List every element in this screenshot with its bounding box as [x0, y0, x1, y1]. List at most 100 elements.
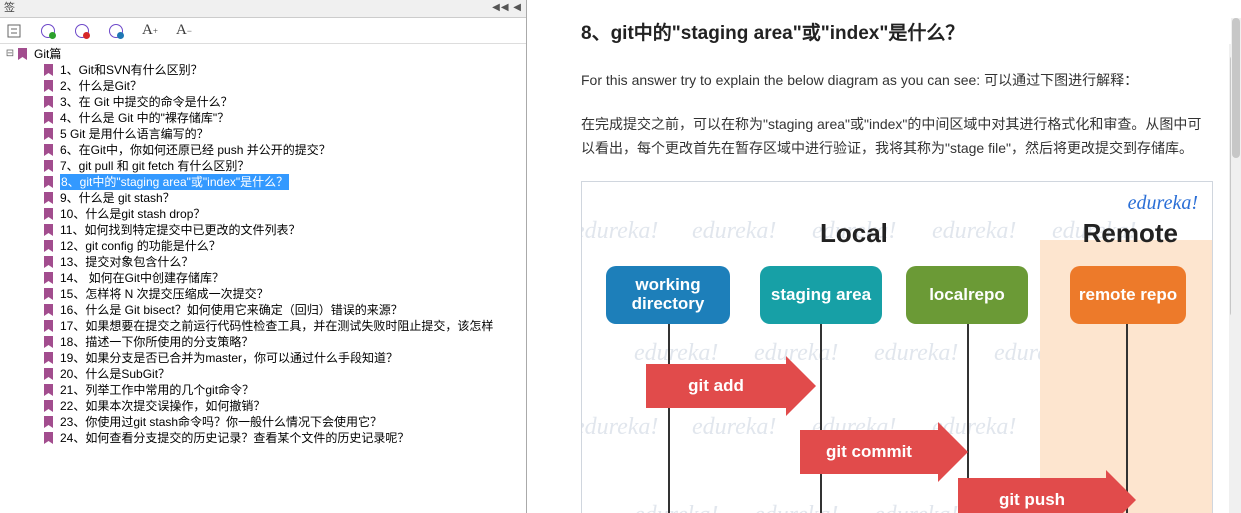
tree-item-label: 19、如果分支是否已合并为master，你可以通过什么手段知道？ [60, 350, 398, 366]
tree-collapse-icon[interactable]: ⊟ [2, 46, 16, 62]
bookmark-add-icon[interactable] [37, 20, 59, 42]
rr-label: remote repo [1079, 286, 1177, 305]
bookmark-icon [42, 63, 56, 77]
tree-item[interactable]: ·16、什么是 Git bisect？如何使用它来确定（回归）错误的来源？ [28, 302, 526, 318]
tab-collapse-arrows[interactable]: ◀◀ ◀ [492, 2, 522, 13]
tree-item[interactable]: · 11、如何找到特定提交中已更改的文件列表？ [28, 222, 526, 238]
watermark: edureka! [692, 414, 776, 441]
watermark: edureka! [634, 502, 718, 513]
tree-item-label: 3、在 Git 中提交的命令是什么？ [60, 94, 233, 110]
tree-item[interactable]: ·10、什么是git stash drop？ [28, 206, 526, 222]
bookmark-icon [42, 127, 56, 141]
tree-item[interactable]: · 3、在 Git 中提交的命令是什么？ [28, 94, 526, 110]
tree-item[interactable]: ·8、git中的"staging area"或"index"是什么？ [28, 174, 526, 190]
tree-item[interactable]: · 1、Git和SVN有什么区别？ [28, 62, 526, 78]
tree-leaf-icon: · [28, 206, 42, 222]
tree-leaf-icon: · [28, 174, 42, 190]
tree-leaf-icon: · [28, 94, 42, 110]
bookmark-icon [42, 191, 56, 205]
bookmark-icon [16, 47, 30, 61]
tree-item[interactable]: ·18、描述一下你所使用的分支策略？ [28, 334, 526, 350]
tree-leaf-icon: · [28, 334, 42, 350]
tree-item-label: 11、如何找到特定提交中已更改的文件列表？ [60, 222, 300, 238]
tree-item[interactable]: · 22、如果本次提交误操作，如何撤销？ [28, 398, 526, 414]
outline-toolbar: A+ A− [0, 18, 526, 44]
remote-repo-box: remote repo [1070, 266, 1186, 324]
bookmark-icon [42, 111, 56, 125]
bookmark-icon [42, 351, 56, 365]
tree-item[interactable]: ·17、如果想要在提交之前运行代码性检查工具，并在测试失败时阻止提交，该怎样 [28, 318, 526, 334]
watermark: edureka! [581, 218, 658, 245]
bookmark-icon [42, 335, 56, 349]
tree-leaf-icon: · [28, 286, 42, 302]
tree-root-node[interactable]: ⊟ Git篇 [2, 46, 526, 62]
tree-leaf-icon: · [28, 62, 42, 78]
tree-item[interactable]: ·13、提交对象包含什么？ [28, 254, 526, 270]
bookmark-icon [42, 303, 56, 317]
tree-item-label: 15、怎样将 N 次提交压缩成一次提交？ [60, 286, 269, 302]
font-increase-button[interactable]: A+ [139, 20, 161, 42]
tree-item[interactable]: ·9、什么是 git stash？ [28, 190, 526, 206]
tree-item[interactable]: · 7、git pull 和 git fetch 有什么区别？ [28, 158, 526, 174]
tree-item[interactable]: ·6、在Git中，你如何还原已经 push 并公开的提交？ [28, 142, 526, 158]
article-paragraph-2: 在完成提交之前，可以在称为"staging area"或"index"的中间区域… [581, 113, 1213, 161]
bookmark-icon [42, 223, 56, 237]
tree-leaf-icon: · [28, 222, 42, 238]
brand-logo: edureka! [1128, 192, 1198, 215]
tree-leaf-icon: · [28, 126, 42, 142]
tab-strip: 签 ◀◀ ◀ [0, 0, 526, 18]
expand-all-icon[interactable] [3, 20, 25, 42]
content-scrollbar[interactable] [1231, 18, 1241, 513]
content-scroll-thumb[interactable] [1232, 18, 1240, 158]
arrow-git-commit: git commit [800, 430, 968, 474]
tree-leaf-icon: · [28, 110, 42, 126]
tree-item[interactable]: · 5 Git 是用什么语言编写的？ [28, 126, 526, 142]
tree-item-label: 21、列举工作中常用的几个git命令？ [60, 382, 254, 398]
tree-item-label: 1、Git和SVN有什么区别？ [60, 62, 203, 78]
local-heading: Local [820, 218, 888, 249]
tree-leaf-icon: · [28, 366, 42, 382]
tree-item-label: 22、如果本次提交误操作，如何撤销？ [60, 398, 265, 414]
tree-item-label: 7、git pull 和 git fetch 有什么区别？ [60, 158, 249, 174]
tree-item-label: 5 Git 是用什么语言编写的？ [60, 126, 209, 142]
arrow-push-label: git push [999, 490, 1065, 510]
tree-item[interactable]: ·21、列举工作中常用的几个git命令？ [28, 382, 526, 398]
tree-item[interactable]: ·14、 如何在Git中创建存储库？ [28, 270, 526, 286]
watermark: edureka! [754, 502, 838, 513]
tree-leaf-icon: · [28, 238, 42, 254]
bookmark-icon [42, 367, 56, 381]
watermark: edureka! [874, 502, 958, 513]
bookmark-icon [42, 207, 56, 221]
tree-leaf-icon: · [28, 414, 42, 430]
tree-item[interactable]: ·2、什么是Git？ [28, 78, 526, 94]
tab-bookmarks[interactable]: 签 [0, 0, 21, 17]
tree-leaf-icon: · [28, 158, 42, 174]
lr-label: localrepo [929, 286, 1005, 305]
tree-item[interactable]: ·23、你使用过git stash命令吗？你一般什么情况下会使用它？ [28, 414, 526, 430]
bookmark-set-icon[interactable] [105, 20, 127, 42]
arrow-add-label: git add [688, 376, 744, 396]
tree-item-label: 24、如何查看分支提交的历史记录？查看某个文件的历史记录呢？ [60, 430, 409, 446]
tree-item[interactable]: ·24、如何查看分支提交的历史记录？查看某个文件的历史记录呢？ [28, 430, 526, 446]
bookmark-icon [42, 383, 56, 397]
watermark: edureka! [874, 340, 958, 367]
tree-item[interactable]: ·12、git config 的功能是什么？ [28, 238, 526, 254]
tree-item[interactable]: ·20、什么是SubGit？ [28, 366, 526, 382]
bookmark-icon [42, 159, 56, 173]
tree-leaf-icon: · [28, 398, 42, 414]
tree-item[interactable]: ·4、什么是 Git 中的"裸存储库"？ [28, 110, 526, 126]
tree-item[interactable]: ·19、如果分支是否已合并为master，你可以通过什么手段知道？ [28, 350, 526, 366]
working-directory-box: working directory [606, 266, 730, 324]
tree-leaf-icon: · [28, 270, 42, 286]
tree-item-label: 9、什么是 git stash？ [60, 190, 175, 206]
tree-item[interactable]: · 15、怎样将 N 次提交压缩成一次提交？ [28, 286, 526, 302]
sa-label: staging area [771, 286, 871, 305]
git-flow-diagram: edureka! edureka! edureka! edureka! edur… [581, 181, 1213, 513]
bookmark-remove-icon[interactable] [71, 20, 93, 42]
outline-tree[interactable]: ⊟ Git篇 ·1、Git和SVN有什么区别？·2、什么是Git？·3、在 Gi… [0, 44, 526, 513]
font-decrease-button[interactable]: A− [173, 20, 195, 42]
bookmark-icon [42, 255, 56, 269]
tree-item-label: 13、提交对象包含什么？ [60, 254, 193, 270]
tree-leaf-icon: · [28, 142, 42, 158]
bookmark-icon [42, 175, 56, 189]
